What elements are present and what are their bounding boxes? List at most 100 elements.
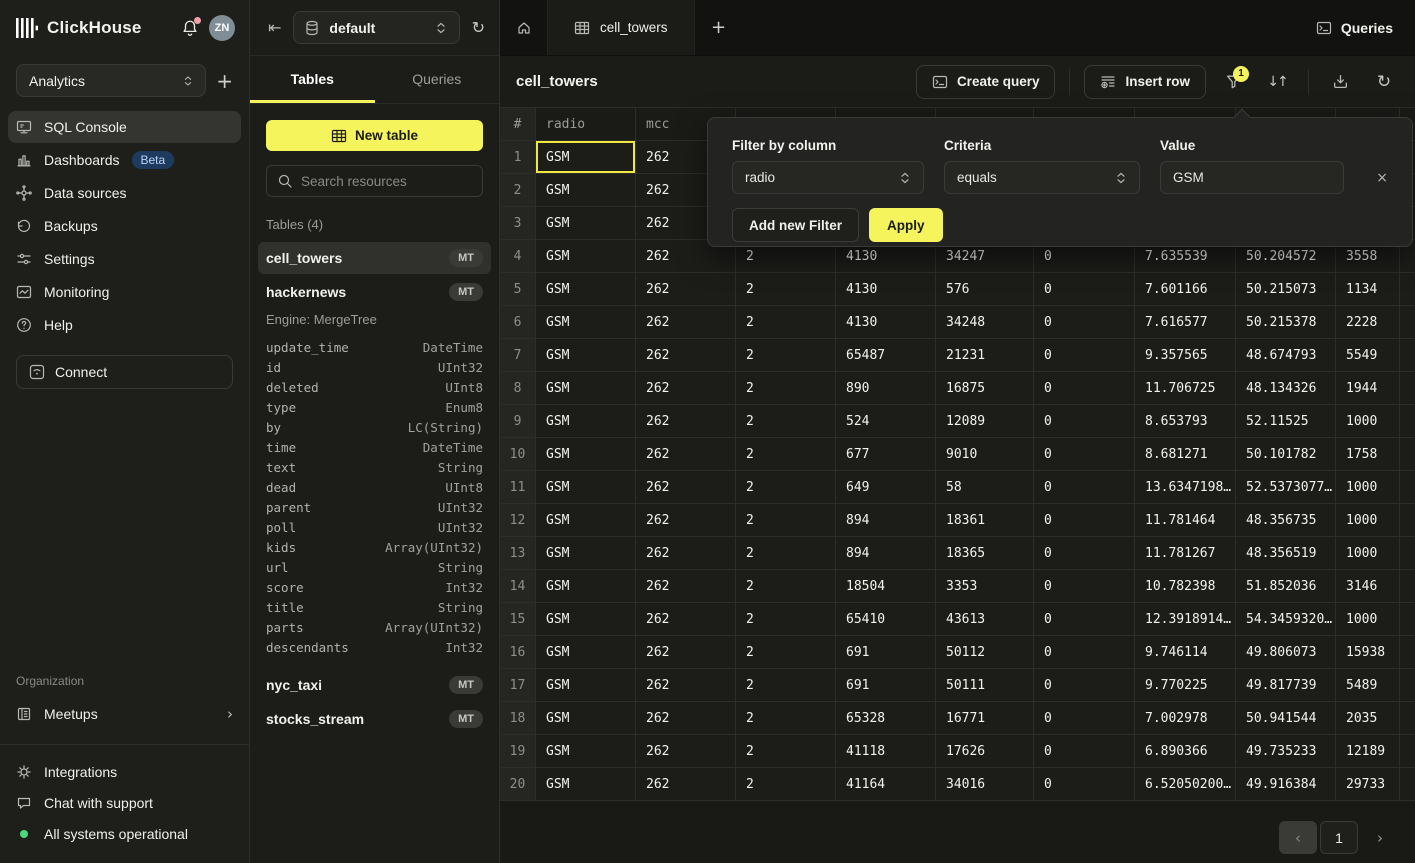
sidebar-item-backups[interactable]: Backups: [8, 210, 241, 242]
grid-cell[interactable]: 262: [636, 768, 736, 801]
grid-cell[interactable]: 5489: [1336, 669, 1400, 702]
grid-cell[interactable]: 3353: [936, 570, 1034, 603]
grid-cell[interactable]: 12089: [936, 405, 1034, 438]
grid-cell[interactable]: 2: [736, 372, 836, 405]
grid-cell[interactable]: GSM: [536, 405, 636, 438]
grid-cell[interactable]: 48.356735: [1236, 504, 1336, 537]
grid-cell[interactable]: 8.681271: [1135, 438, 1236, 471]
grid-cell[interactable]: 1000: [1336, 471, 1400, 504]
sidebar-item-monitoring[interactable]: Monitoring: [8, 276, 241, 308]
grid-cell[interactable]: 2: [736, 735, 836, 768]
grid-cell[interactable]: 524: [836, 405, 936, 438]
table-item-cell_towers[interactable]: cell_towersMT: [258, 242, 491, 274]
grid-cell[interactable]: 4130: [836, 306, 936, 339]
grid-cell[interactable]: 262: [636, 471, 736, 504]
row-number[interactable]: 18: [500, 702, 536, 735]
row-number[interactable]: 2: [500, 174, 536, 207]
grid-cell[interactable]: 0: [1034, 636, 1135, 669]
add-new-filter-button[interactable]: Add new Filter: [732, 208, 859, 242]
grid-cell[interactable]: 649: [836, 471, 936, 504]
database-select[interactable]: default: [293, 11, 459, 44]
column-header[interactable]: radio: [536, 108, 636, 141]
user-avatar[interactable]: ZN: [209, 15, 235, 41]
grid-cell[interactable]: GSM: [536, 438, 636, 471]
sidebar-item-settings[interactable]: Settings: [8, 243, 241, 275]
row-number[interactable]: 1: [500, 141, 536, 174]
grid-cell[interactable]: 2: [736, 339, 836, 372]
grid-cell[interactable]: 48.356519: [1236, 537, 1336, 570]
grid-cell[interactable]: 54.3459320…: [1236, 603, 1336, 636]
grid-cell[interactable]: 0: [1034, 570, 1135, 603]
grid-cell[interactable]: GSM: [536, 240, 636, 273]
tab-cell-towers[interactable]: cell_towers: [548, 0, 695, 55]
sidebar-item-system-status[interactable]: All systems operational: [8, 819, 241, 849]
grid-cell[interactable]: 41164: [836, 768, 936, 801]
grid-cell[interactable]: 0: [1034, 405, 1135, 438]
grid-cell[interactable]: GSM: [536, 669, 636, 702]
grid-cell[interactable]: 10.782398: [1135, 570, 1236, 603]
grid-cell[interactable]: 52.5373077…: [1236, 471, 1336, 504]
row-number[interactable]: 20: [500, 768, 536, 801]
refresh-table-button[interactable]: ↻: [1367, 65, 1401, 99]
grid-cell[interactable]: 9.770225: [1135, 669, 1236, 702]
row-number[interactable]: 14: [500, 570, 536, 603]
grid-cell[interactable]: 262: [636, 636, 736, 669]
grid-cell[interactable]: 262: [636, 339, 736, 372]
grid-cell[interactable]: 576: [936, 273, 1034, 306]
grid-cell[interactable]: 2: [736, 702, 836, 735]
grid-cell[interactable]: 2: [736, 669, 836, 702]
row-number[interactable]: 12: [500, 504, 536, 537]
grid-cell[interactable]: 262: [636, 702, 736, 735]
grid-cell[interactable]: 9.357565: [1135, 339, 1236, 372]
create-query-button[interactable]: Create query: [916, 65, 1056, 99]
grid-cell[interactable]: 0: [1034, 339, 1135, 372]
tab-tables[interactable]: Tables: [250, 56, 375, 103]
grid-cell[interactable]: 2: [736, 636, 836, 669]
grid-cell[interactable]: 1000: [1336, 603, 1400, 636]
grid-cell[interactable]: 262: [636, 306, 736, 339]
grid-cell[interactable]: GSM: [536, 636, 636, 669]
filter-value-input[interactable]: [1160, 161, 1344, 194]
grid-cell[interactable]: 4130: [836, 273, 936, 306]
row-number[interactable]: 3: [500, 207, 536, 240]
grid-cell[interactable]: 12.3918914…: [1135, 603, 1236, 636]
tab-home[interactable]: [500, 0, 548, 55]
grid-cell[interactable]: 2: [736, 306, 836, 339]
table-item-stocks_stream[interactable]: stocks_streamMT: [258, 703, 491, 735]
workspace-select[interactable]: Analytics: [16, 64, 206, 97]
grid-cell[interactable]: 2: [736, 471, 836, 504]
filter-column-select[interactable]: radio: [732, 161, 924, 194]
grid-cell[interactable]: 43613: [936, 603, 1034, 636]
grid-cell[interactable]: 0: [1034, 273, 1135, 306]
grid-cell[interactable]: 52.11525: [1236, 405, 1336, 438]
row-number[interactable]: 13: [500, 537, 536, 570]
grid-cell[interactable]: 1000: [1336, 504, 1400, 537]
grid-cell[interactable]: 0: [1034, 603, 1135, 636]
row-number[interactable]: 4: [500, 240, 536, 273]
notifications-bell-icon[interactable]: [181, 19, 199, 37]
grid-cell[interactable]: 2: [736, 405, 836, 438]
grid-cell[interactable]: 7.002978: [1135, 702, 1236, 735]
row-number[interactable]: 9: [500, 405, 536, 438]
tab-queries[interactable]: Queries: [375, 56, 500, 103]
grid-cell[interactable]: 677: [836, 438, 936, 471]
grid-cell[interactable]: GSM: [536, 174, 636, 207]
grid-cell[interactable]: 50.215378: [1236, 306, 1336, 339]
grid-cell[interactable]: 50.215073: [1236, 273, 1336, 306]
sidebar-item-help[interactable]: Help: [8, 309, 241, 341]
grid-cell[interactable]: 58: [936, 471, 1034, 504]
grid-cell[interactable]: 262: [636, 372, 736, 405]
row-number[interactable]: 16: [500, 636, 536, 669]
apply-filter-button[interactable]: Apply: [869, 208, 943, 242]
grid-cell[interactable]: 18365: [936, 537, 1034, 570]
grid-cell[interactable]: 49.735233: [1236, 735, 1336, 768]
grid-cell[interactable]: 13.6347198…: [1135, 471, 1236, 504]
grid-cell[interactable]: 2: [736, 537, 836, 570]
grid-cell[interactable]: 0: [1034, 471, 1135, 504]
row-number[interactable]: 10: [500, 438, 536, 471]
grid-cell[interactable]: 11.781464: [1135, 504, 1236, 537]
grid-cell[interactable]: GSM: [536, 735, 636, 768]
grid-cell[interactable]: 18361: [936, 504, 1034, 537]
grid-cell[interactable]: GSM: [536, 207, 636, 240]
grid-cell[interactable]: 2: [736, 438, 836, 471]
